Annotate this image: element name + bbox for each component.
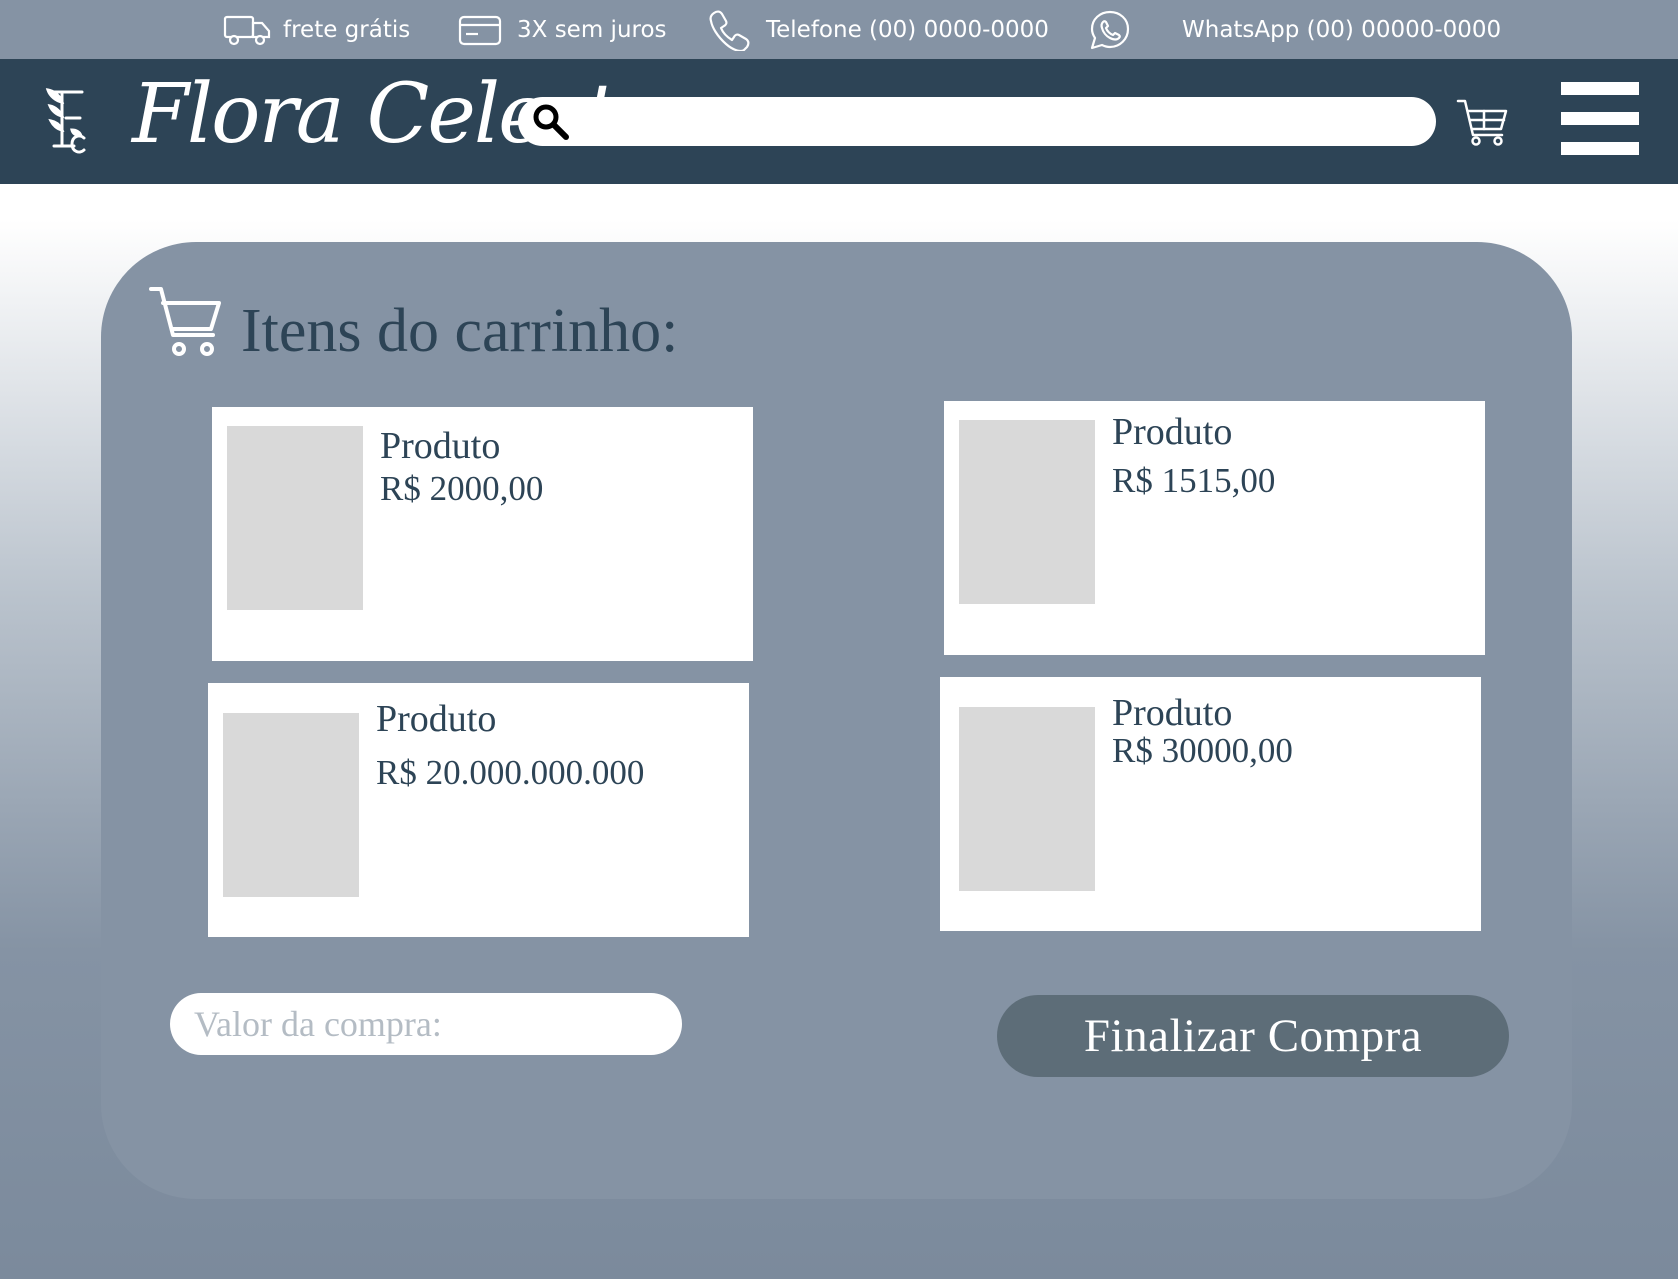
menu-bar-middle [1561,112,1639,125]
product-price: R$ 2000,00 [380,469,544,508]
search-input[interactable] [518,97,1436,146]
purchase-total-field[interactable] [170,993,682,1055]
hamburger-menu-icon[interactable] [1561,82,1639,155]
cart-item[interactable]: Produto R$ 2000,00 [212,407,753,661]
product-name: Produto [1112,411,1233,453]
whatsapp-text: WhatsApp (00) 00000-0000 [1182,16,1502,43]
logo-monogram-icon[interactable] [36,88,88,161]
cart-item[interactable]: Produto R$ 1515,00 [944,401,1485,655]
shipping-text: frete grátis [283,16,411,43]
cart-icon [147,285,223,366]
info-bar: frete grátis 3X sem juros Telefone (00) … [0,0,1678,59]
installments-text: 3X sem juros [517,16,667,43]
menu-bar-top [1561,82,1639,95]
installments-info: 3X sem juros [458,0,667,59]
shipping-info: frete grátis [223,0,410,59]
cart-button[interactable] [1456,97,1510,152]
whatsapp-icon [1090,10,1130,49]
checkout-button[interactable]: Finalizar Compra [997,995,1509,1077]
whatsapp-info: WhatsApp (00) 00000-0000 [1088,0,1501,59]
search-icon[interactable] [532,103,570,146]
product-price: R$ 1515,00 [1112,461,1276,500]
cart-icon [1456,99,1508,146]
cart-item[interactable]: Produto R$ 20.000.000.000 [208,683,749,937]
product-name: Produto [380,425,501,467]
truck-icon [223,15,271,45]
menu-bar-bottom [1561,142,1639,155]
product-image [223,713,359,897]
cart-title: Itens do carrinho: [241,297,679,365]
product-price: R$ 30000,00 [1112,731,1293,770]
product-name: Produto [376,698,497,740]
phone-text: Telefone (00) 0000-0000 [766,16,1049,43]
main-header: Flora Celeste [0,59,1678,184]
product-image [227,426,363,610]
phone-info: Telefone (00) 0000-0000 [708,0,1049,59]
product-name: Produto [1112,692,1233,734]
phone-icon [709,10,750,51]
product-image [959,707,1095,891]
product-price: R$ 20.000.000.000 [376,753,645,792]
cart-item[interactable]: Produto R$ 30000,00 [940,677,1481,931]
product-image [959,420,1095,604]
credit-card-icon [458,15,502,45]
